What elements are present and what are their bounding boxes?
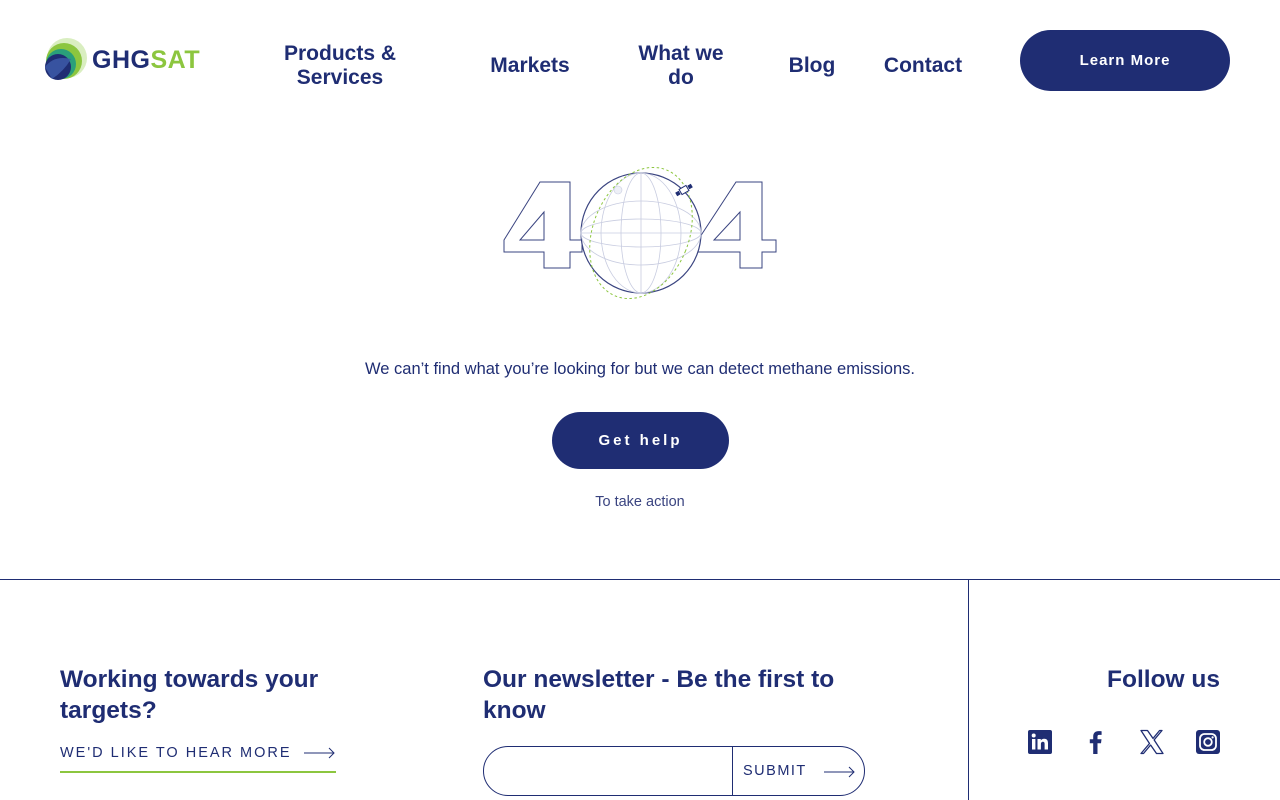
arrow-right-icon bbox=[304, 747, 335, 759]
newsletter-submit-button[interactable]: SUBMIT bbox=[732, 747, 864, 795]
logo-text-primary: GHG bbox=[92, 45, 151, 74]
ghgsat-logo[interactable]: GHGSAT bbox=[42, 37, 200, 83]
newsletter-heading: Our newsletter - Be the first to know bbox=[483, 666, 835, 724]
logo-wordmark: GHGSAT bbox=[92, 46, 200, 75]
instagram-icon[interactable] bbox=[1195, 729, 1221, 755]
nav-blog[interactable]: Blog bbox=[782, 54, 842, 78]
logo-mark-icon bbox=[45, 38, 87, 80]
learn-more-button[interactable]: Learn More bbox=[1020, 30, 1230, 91]
get-help-button[interactable]: Get help bbox=[552, 412, 729, 469]
digit-4-left bbox=[503, 181, 583, 269]
help-caption: To take action bbox=[595, 494, 685, 510]
hear-more-label: WE'D LIKE TO HEAR MORE bbox=[60, 745, 292, 761]
footer-column-divider bbox=[968, 579, 969, 800]
newsletter-email-input[interactable] bbox=[484, 747, 732, 795]
error-message: We can’t find what you’re looking for bu… bbox=[365, 360, 915, 378]
follow-us-heading: Follow us bbox=[1107, 666, 1220, 693]
logo-text-accent: SAT bbox=[150, 45, 201, 74]
footer-divider bbox=[0, 579, 1280, 580]
digit-4-right bbox=[697, 181, 777, 269]
nav-markets[interactable]: Markets bbox=[482, 54, 578, 78]
newsletter-form: SUBMIT bbox=[483, 746, 865, 796]
submit-label: SUBMIT bbox=[743, 763, 807, 779]
linkedin-icon[interactable] bbox=[1027, 729, 1053, 755]
site-header: GHGSAT Products & Services Markets What … bbox=[0, 0, 1280, 130]
arrow-right-icon bbox=[824, 766, 855, 778]
nav-what-we-do[interactable]: What we do bbox=[626, 42, 736, 90]
nav-contact[interactable]: Contact bbox=[876, 54, 970, 78]
x-icon[interactable] bbox=[1139, 729, 1165, 755]
facebook-icon[interactable] bbox=[1083, 729, 1109, 755]
404-illustration: 4 4 bbox=[503, 166, 777, 300]
hear-more-link[interactable]: WE'D LIKE TO HEAR MORE bbox=[60, 742, 336, 773]
nav-products-services[interactable]: Products & Services bbox=[270, 42, 410, 90]
targets-heading: Working towards your targets? bbox=[60, 666, 319, 724]
